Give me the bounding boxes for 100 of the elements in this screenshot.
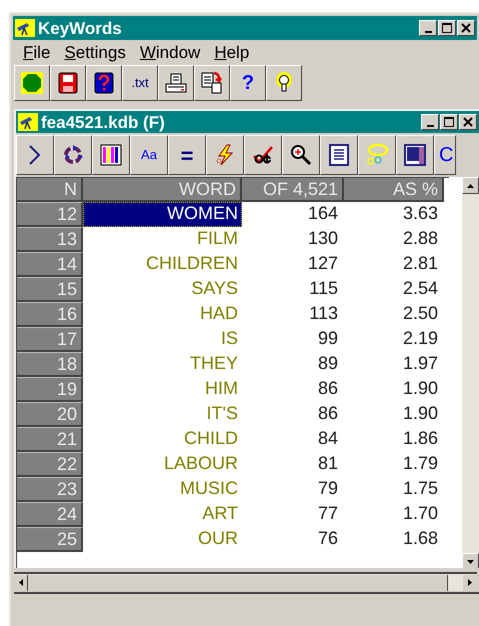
toolbar-button[interactable] xyxy=(54,135,92,175)
word-cell[interactable]: ART xyxy=(83,502,242,527)
word-cell[interactable]: FILM xyxy=(83,227,242,252)
row-number: 19 xyxy=(17,377,83,402)
minimize-button[interactable] xyxy=(419,20,437,36)
txt-button[interactable]: .txt xyxy=(122,65,158,101)
close-button[interactable] xyxy=(459,114,477,130)
word-cell[interactable]: IT'S xyxy=(83,402,242,427)
menu-item[interactable]: Help xyxy=(208,44,256,60)
word-cell[interactable]: LABOUR xyxy=(83,452,242,477)
toolbar-button[interactable] xyxy=(194,65,230,101)
stop-icon xyxy=(21,72,43,94)
count-cell-text: 84 xyxy=(316,427,339,450)
maximize-icon xyxy=(442,23,452,33)
equals-button[interactable]: = xyxy=(168,135,206,175)
minimize-icon xyxy=(424,31,432,33)
column-header[interactable]: AS % xyxy=(344,178,444,202)
row-number: 18 xyxy=(17,352,83,377)
menu-item[interactable]: File xyxy=(17,44,56,60)
framed-square-icon xyxy=(404,144,426,166)
scroll-down-button[interactable] xyxy=(462,553,479,568)
menu-item[interactable]: Window xyxy=(134,44,206,60)
striped-columns-icon xyxy=(100,144,122,166)
count-cell-text: 86 xyxy=(316,402,339,425)
right-arrow-icon xyxy=(468,579,472,586)
scroll-right-button[interactable] xyxy=(463,574,477,590)
toolbar-button[interactable] xyxy=(50,65,86,101)
text-document-icon xyxy=(329,144,349,166)
word-cell[interactable]: HIM xyxy=(83,377,242,402)
toolbar-button[interactable] xyxy=(14,65,50,101)
column-header[interactable]: N xyxy=(17,178,83,202)
toolbar-button[interactable] xyxy=(92,135,130,175)
percent-cell-text: 1.79 xyxy=(402,452,439,475)
toolbar-button[interactable] xyxy=(206,135,244,175)
close-button[interactable] xyxy=(457,20,475,36)
up-arrow-icon xyxy=(467,184,474,188)
word-cell[interactable]: MUSIC xyxy=(83,477,242,502)
count-cell-text: 99 xyxy=(316,327,339,350)
row-number: 16 xyxy=(17,302,83,327)
toolbar-button[interactable] xyxy=(244,135,282,175)
toolbar-button[interactable] xyxy=(158,65,194,101)
count-cell-text: 130 xyxy=(306,227,339,250)
letter-button[interactable]: C xyxy=(434,135,456,175)
percent-cell-text: 3.63 xyxy=(402,202,439,225)
row-number: 24 xyxy=(17,502,83,527)
circular-arrows-icon xyxy=(61,143,85,167)
word-cell[interactable]: SAYS xyxy=(83,277,242,302)
toolbar-button[interactable] xyxy=(320,135,358,175)
font-button[interactable]: Aa xyxy=(130,135,168,175)
telescope-icon xyxy=(18,113,38,131)
percent-cell-text: 2.81 xyxy=(402,252,439,275)
count-cell-text: 86 xyxy=(316,377,339,400)
word-cell[interactable]: THEY xyxy=(83,352,242,377)
percent-cell-text: 1.97 xyxy=(402,352,439,375)
help-book-icon xyxy=(94,72,114,94)
count-cell-text: 113 xyxy=(308,302,339,325)
word-cell[interactable]: CHILD xyxy=(83,427,242,452)
menu-item[interactable]: Settings xyxy=(58,44,132,60)
percent-cell-text: 1.86 xyxy=(402,427,439,450)
telescope-icon xyxy=(15,19,35,37)
left-arrow-icon xyxy=(18,579,22,586)
word-cell[interactable]: CHILDREN xyxy=(83,252,242,277)
vertical-scrollbar[interactable] xyxy=(462,177,479,568)
row-number: 21 xyxy=(17,427,83,452)
toolbar-button[interactable] xyxy=(86,65,122,101)
percent-cell-text: 2.54 xyxy=(402,277,439,300)
maximize-button[interactable] xyxy=(438,20,456,36)
count-cell-text: 76 xyxy=(316,527,339,550)
minimize-button[interactable] xyxy=(421,114,439,130)
maximize-button[interactable] xyxy=(440,114,458,130)
row-number: 17 xyxy=(17,327,83,352)
toolbar-button[interactable] xyxy=(396,135,434,175)
row-number: 14 xyxy=(17,252,83,277)
word-cell[interactable]: IS xyxy=(83,327,242,352)
word-cell[interactable]: OUR xyxy=(83,527,242,552)
toolbar-button[interactable] xyxy=(266,65,302,101)
word-cell[interactable]: HAD xyxy=(83,302,242,327)
count-cell-text: 79 xyxy=(316,477,339,500)
window-title: fea4521.kdb (F) xyxy=(41,114,165,130)
row-number: 23 xyxy=(17,477,83,502)
percent-cell-text: 2.50 xyxy=(402,302,439,325)
word-cell[interactable]: WOMEN xyxy=(83,202,242,227)
column-header[interactable]: WORD xyxy=(83,178,242,202)
copy-document-icon xyxy=(200,71,224,95)
scroll-left-button[interactable] xyxy=(14,574,28,590)
percent-cell-text: 1.75 xyxy=(402,477,439,500)
scroll-up-button[interactable] xyxy=(462,177,479,194)
toolbar-button[interactable] xyxy=(282,135,320,175)
toolbar-button[interactable] xyxy=(16,135,54,175)
row-number: 12 xyxy=(17,202,83,227)
row-number: 25 xyxy=(17,527,83,552)
close-icon xyxy=(463,117,473,127)
row-number: 22 xyxy=(17,452,83,477)
scroll-thumb[interactable] xyxy=(28,574,448,590)
toolbar-button[interactable] xyxy=(358,135,396,175)
row-number: 20 xyxy=(17,402,83,427)
help-button[interactable]: ? xyxy=(230,65,266,101)
horizontal-scrollbar[interactable] xyxy=(14,572,477,591)
maximize-icon xyxy=(444,117,454,127)
column-header[interactable]: OF 4,521 xyxy=(242,178,344,202)
